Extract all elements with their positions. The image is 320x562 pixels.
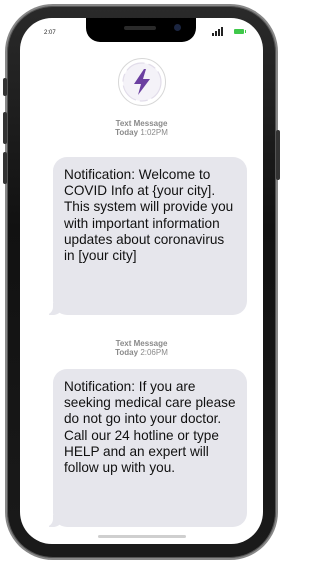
message-text: Notification: Welcome to COVID Info at {… [64, 167, 234, 264]
power-button [276, 130, 280, 180]
signal-icon [212, 27, 226, 36]
message-bubble[interactable]: Notification: Welcome to COVID Info at {… [45, 157, 247, 315]
timestamp-time: 2:06PM [140, 348, 168, 357]
battery-icon [234, 29, 246, 34]
volume-down-button [3, 152, 7, 184]
lightning-bolt-icon [122, 62, 162, 102]
timestamp-time: 1:02PM [140, 128, 168, 137]
notch [86, 18, 196, 42]
message-bubble[interactable]: Notification: If you are seeking medical… [45, 369, 247, 527]
speaker-grille [124, 26, 156, 30]
front-camera [174, 24, 181, 31]
phone-screen: 2:07 Text Message Today 1:02PM Notificat… [20, 18, 263, 544]
silent-switch [3, 78, 7, 96]
contact-avatar[interactable] [118, 58, 166, 106]
message-timestamp: Text Message Today 2:06PM [20, 339, 263, 357]
status-time: 2:07 [44, 30, 56, 36]
timestamp-day: Today [115, 128, 139, 137]
timestamp-day: Today [115, 348, 139, 357]
phone-mockup: 2:07 Text Message Today 1:02PM Notificat… [0, 0, 283, 562]
home-indicator[interactable] [98, 535, 186, 538]
message-text: Notification: If you are seeking medical… [64, 379, 236, 476]
timestamp-sender: Text Message [115, 119, 168, 128]
timestamp-sender: Text Message [115, 339, 168, 348]
volume-up-button [3, 112, 7, 144]
message-timestamp: Text Message Today 1:02PM [20, 119, 263, 137]
